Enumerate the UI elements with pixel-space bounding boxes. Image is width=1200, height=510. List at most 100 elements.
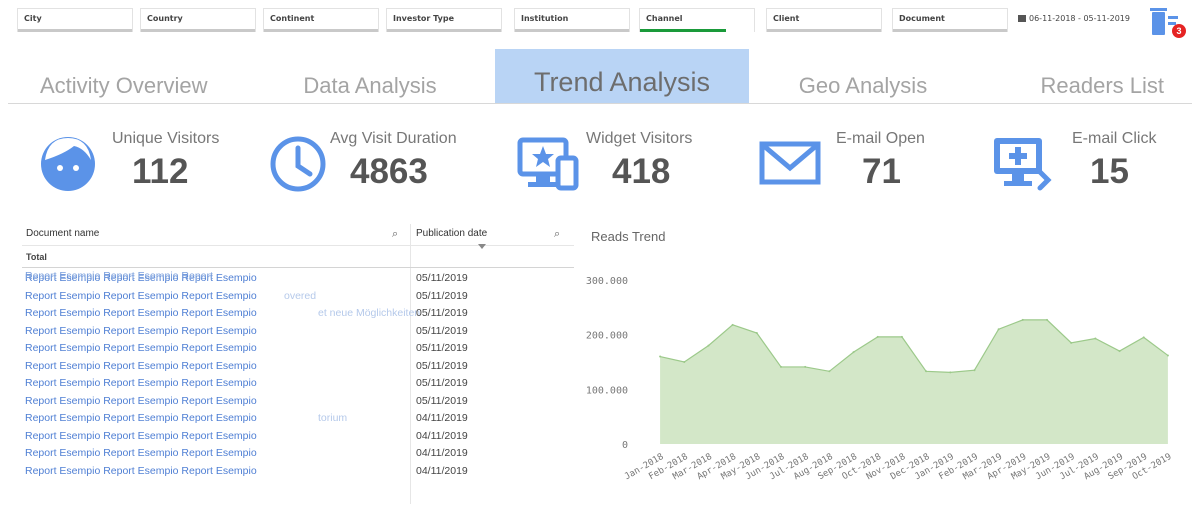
tab-readers-list[interactable]: Readers List [993,49,1192,103]
data-point[interactable] [755,332,758,335]
data-point[interactable] [804,365,807,368]
publication-date: 05/11/2019 [416,394,468,407]
data-point[interactable] [876,335,879,338]
data-point[interactable] [780,365,782,368]
reads-trend-chart: Reads Trend 0 100.000 200.000 300.000 Jan-20… [580,224,1192,504]
kpi-email-click: E-mail Click 15 [990,122,1190,202]
data-point[interactable] [707,344,710,347]
publication-date: 05/11/2019 [416,307,468,319]
kpi-value: 4863 [350,152,428,191]
table-row[interactable]: Report Esempio Report Esempio Report Ese… [22,358,574,375]
tab-trend-analysis[interactable]: Trend Analysis [495,49,749,103]
clock-icon [270,136,326,192]
kpi-email-open: E-mail Open 71 [758,122,958,202]
reads-area-fill[interactable] [660,319,1168,444]
publication-date: 04/11/2019 [416,429,468,442]
filter-client[interactable]: Client [766,8,882,32]
tab-geo-analysis[interactable]: Geo Analysis [763,49,963,103]
data-point[interactable] [1094,337,1097,340]
filter-label: Document [899,14,945,23]
data-point[interactable] [1142,336,1145,339]
table-row-overlap[interactable]: Report Esempio Report Esempio Report [22,268,574,285]
data-point[interactable] [852,351,855,354]
document-link[interactable]: Report Esempio Report Esempio Report Ese… [25,360,407,372]
table-row[interactable]: overed Report Esempio Report Esempio Repo… [22,288,574,305]
kpi-label: Widget Visitors [586,130,693,147]
filter-city[interactable]: City [17,8,133,32]
table-row[interactable]: Report Esempio Report Esempio Report Ese… [22,428,574,445]
document-link[interactable]: Report Esempio Report Esempio Report Ese… [25,290,407,302]
table-row[interactable]: et neue Möglichkeiten Report Esempio Repo… [22,305,574,322]
publication-date: 05/11/2019 [416,324,468,337]
filter-institution[interactable]: Institution [514,8,630,32]
document-link[interactable]: Report Esempio Report Esempio Report Ese… [25,307,407,319]
data-point[interactable] [900,335,903,338]
document-link[interactable]: Report Esempio Report Esempio Report Ese… [25,395,407,407]
document-link[interactable]: Report Esempio Report Esempio Report Ese… [25,447,407,459]
search-icon[interactable]: ⌕ [554,228,560,241]
y-tick-label: 0 [622,440,628,451]
document-link[interactable]: Report Esempio Report Esempio Report Ese… [25,430,407,442]
clear-selections-button[interactable]: 3 [1148,6,1188,40]
chart-canvas[interactable]: 0100.000200.000300.000Jan-2018Feb-2018Ma… [580,224,1192,504]
table-row[interactable]: Report Esempio Report Esempio Report Ese… [22,445,574,462]
publication-date: 05/11/2019 [416,359,468,372]
kpi-label: E-mail Click [1072,130,1157,147]
filter-label: Investor Type [393,14,454,23]
data-point[interactable] [949,371,952,374]
filter-continent[interactable]: Continent [263,8,379,32]
filter-investor-type[interactable]: Investor Type [386,8,502,32]
data-point[interactable] [1021,318,1024,321]
data-point[interactable] [1046,318,1048,321]
document-link[interactable]: Report Esempio Report Esempio Report Ese… [25,465,407,477]
kpi-value: 112 [132,152,189,191]
publication-date: 05/11/2019 [416,377,468,389]
filter-label: Channel [646,14,683,23]
filter-country[interactable]: Country [140,8,256,32]
search-icon[interactable]: ⌕ [392,228,398,241]
filter-document[interactable]: Document [892,8,1008,32]
document-link[interactable]: Report Esempio Report Esempio Report Ese… [25,377,407,389]
data-point[interactable] [925,370,928,373]
table-row[interactable]: Report Esempio Report Esempio Report Ese… [22,393,574,410]
date-range[interactable]: 06-11-2018 - 05-11-2019 [1018,14,1130,23]
tab-data-analysis[interactable]: Data Analysis [250,49,490,103]
data-point[interactable] [1070,341,1073,344]
filter-label: Continent [270,14,315,23]
tab-activity-overview[interactable]: Activity Overview [8,49,262,103]
tab-strip: Activity Overview Data Analysis Trend An… [8,49,1192,104]
kpi-value: 71 [862,152,901,191]
date-range-text: 06-11-2018 - 05-11-2019 [1029,14,1130,23]
table-row[interactable]: Report Esempio Report Esempio Report Ese… [22,463,574,480]
table-row[interactable]: torium Report Esempio Report Esempio Repo… [22,410,574,427]
data-point[interactable] [973,369,976,372]
table-row[interactable]: Report Esempio Report Esempio Report Ese… [22,323,574,340]
filter-selection-bar [141,29,255,32]
filter-selection-bar [515,29,629,32]
publication-date: 04/11/2019 [416,447,468,459]
data-point[interactable] [1118,350,1121,353]
publication-date: 05/11/2019 [416,342,468,354]
y-tick-label: 300.000 [586,276,628,287]
document-link[interactable]: Report Esempio Report Esempio Report Ese… [25,325,407,337]
data-point[interactable] [731,323,734,326]
trash-icon [1152,12,1165,35]
filter-label: Country [147,14,183,23]
data-point[interactable] [1166,354,1169,357]
table-row[interactable]: Report Esempio Report Esempio Report Ese… [22,375,574,392]
data-point[interactable] [659,355,662,358]
document-link[interactable]: Report Esempio Report Esempio Report [25,270,407,282]
kpi-label: Unique Visitors [112,130,220,147]
document-link[interactable]: Report Esempio Report Esempio Report Ese… [25,412,407,424]
filter-selection-bar [387,29,501,32]
col-publication-date[interactable]: Publication date [416,228,487,239]
col-document-name[interactable]: Document name [26,228,99,239]
filter-selection-bar [640,29,726,32]
data-point[interactable] [828,370,831,373]
table-row[interactable]: Report Esempio Report Esempio Report Ese… [22,340,574,357]
data-point[interactable] [997,328,1000,331]
document-link[interactable]: Report Esempio Report Esempio Report Ese… [25,342,407,354]
trash-lid-icon [1150,8,1167,11]
filter-channel[interactable]: Channel [639,8,755,32]
data-point[interactable] [683,361,686,363]
